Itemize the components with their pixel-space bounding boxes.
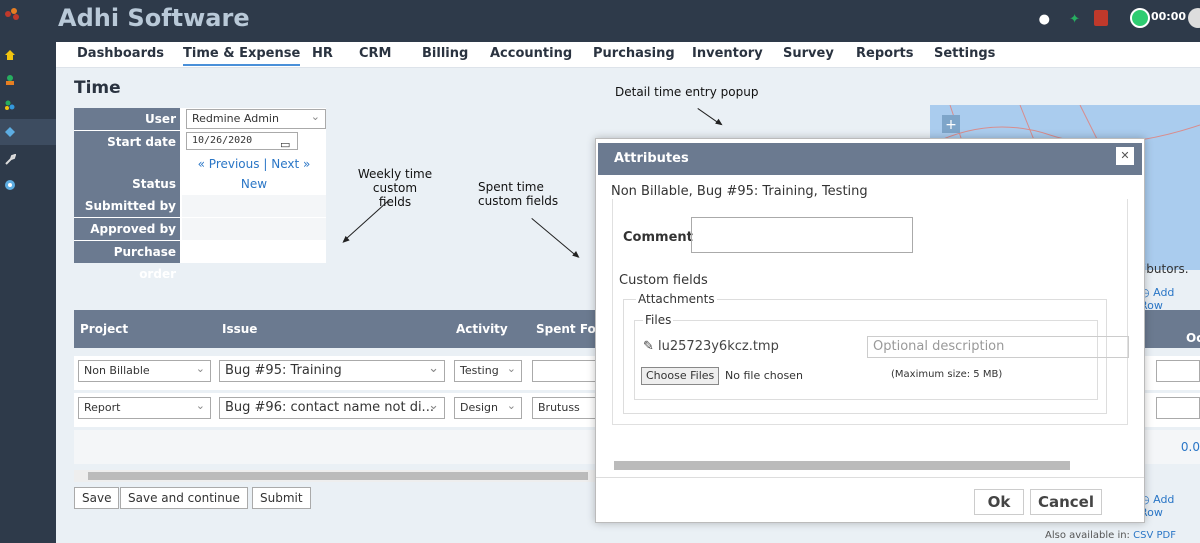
- paperclip-icon: ✎: [643, 339, 659, 354]
- user-select[interactable]: Redmine Admin: [186, 108, 326, 129]
- popup-summary: Non Billable, Bug #95: Training, Testing: [611, 184, 868, 199]
- attachments-legend: Attachments: [636, 292, 717, 306]
- csv-link[interactable]: CSV: [1133, 530, 1153, 541]
- nav-settings[interactable]: Settings: [934, 46, 995, 61]
- comment-textarea[interactable]: [691, 217, 913, 253]
- approved-by-label: Approved by: [74, 218, 180, 240]
- pdf-link[interactable]: PDF: [1156, 530, 1175, 541]
- hours-input[interactable]: [1156, 360, 1200, 382]
- description-input[interactable]: Optional description: [867, 336, 1129, 358]
- header-activity: Activity: [456, 322, 508, 336]
- weekly-note: Weekly time custom fields: [357, 167, 433, 209]
- attachments-fieldset: Attachments Files ✎ lu25723y6kcz.tmp Opt…: [623, 292, 1129, 414]
- header-project: Project: [80, 322, 129, 336]
- hours-input[interactable]: [1156, 397, 1200, 419]
- purchase-order-label: Purchase order: [74, 241, 180, 281]
- ok-button[interactable]: Ok: [974, 489, 1024, 515]
- app-name: Adhi Software: [58, 4, 250, 32]
- book-icon[interactable]: [1094, 10, 1108, 26]
- choose-files-button[interactable]: Choose Files: [641, 367, 720, 385]
- issue-select[interactable]: Bug #95: Training: [219, 359, 445, 382]
- project-select[interactable]: Non Billable: [78, 359, 211, 382]
- submit-button[interactable]: Submit: [252, 487, 311, 509]
- nav-survey[interactable]: Survey: [783, 46, 834, 61]
- spent-for-input[interactable]: Brutuss: [532, 397, 602, 419]
- comment-label: Comment: [623, 230, 693, 245]
- next-link[interactable]: Next »: [271, 157, 310, 171]
- help-icon[interactable]: [0, 176, 20, 194]
- cancel-button[interactable]: Cancel: [1030, 489, 1102, 515]
- header-issue: Issue: [222, 322, 258, 336]
- save-continue-button[interactable]: Save and continue: [120, 487, 248, 509]
- attachment-file: ✎ lu25723y6kcz.tmp: [643, 339, 779, 354]
- approved-by-value: [182, 218, 326, 240]
- status-value: New: [240, 177, 268, 191]
- popup-note: Detail time entry popup: [615, 85, 759, 99]
- nav-crm[interactable]: CRM: [359, 46, 392, 61]
- submitted-by-label: Submitted by: [74, 195, 180, 217]
- close-icon[interactable]: ✕: [1116, 147, 1134, 165]
- nav-billing[interactable]: Billing: [422, 46, 468, 61]
- spent-for-input[interactable]: [532, 360, 602, 382]
- popup-body: Comment Custom fields Attachments Files …: [612, 199, 1129, 425]
- no-file-text: No file chosen: [725, 369, 803, 382]
- files-fieldset: Files ✎ lu25723y6kcz.tmp Optional descri…: [634, 313, 1129, 400]
- total-value: 0.0: [1180, 440, 1200, 454]
- popup-title: Attributes: [598, 143, 1142, 175]
- apps-icon[interactable]: [0, 96, 20, 114]
- header-date: FOct: [1186, 331, 1200, 345]
- attributes-popup: Attributes ✕ Non Billable, Bug #95: Trai…: [595, 138, 1145, 523]
- purchase-order-value: [182, 241, 326, 263]
- header-spent-for: Spent For: [536, 322, 602, 336]
- max-size-text: (Maximum size: 5 MB): [891, 369, 1003, 380]
- activity-select[interactable]: Design: [454, 396, 522, 419]
- nav-accounting[interactable]: Accounting: [490, 46, 572, 61]
- add-row-link[interactable]: ◷ Add Row: [1140, 286, 1200, 312]
- user-label: User: [74, 108, 180, 130]
- start-date-label: Start date: [74, 131, 180, 153]
- activity-select[interactable]: Testing: [454, 359, 522, 382]
- export-links: Also available in: CSV PDF: [1045, 530, 1176, 541]
- page-title: Time: [74, 78, 121, 98]
- nav-dashboards[interactable]: Dashboards: [77, 46, 164, 61]
- nav-purchasing[interactable]: Purchasing: [593, 46, 675, 61]
- wrench-icon[interactable]: [0, 151, 20, 169]
- nav-time-expense[interactable]: Time & Expense: [183, 46, 301, 66]
- spent-note: Spent time custom fields: [478, 180, 559, 208]
- contributors-text: ributors.: [1138, 262, 1189, 276]
- issue-select[interactable]: Bug #96: contact name not di...: [219, 396, 445, 419]
- save-button[interactable]: Save: [74, 487, 120, 509]
- apps-top-icon[interactable]: ✦: [1069, 12, 1080, 27]
- nav-inventory[interactable]: Inventory: [692, 46, 763, 61]
- nav-reports[interactable]: Reports: [856, 46, 913, 61]
- user-icon[interactable]: [0, 71, 20, 89]
- logo-icon: [5, 8, 19, 20]
- link-separator: |: [263, 157, 268, 171]
- nav-hr[interactable]: HR: [312, 46, 333, 61]
- horizontal-scrollbar[interactable]: [74, 470, 600, 482]
- timer-value: 00:00: [1150, 10, 1186, 23]
- svg-text:+: +: [945, 117, 957, 133]
- main-nav: Dashboards Time & Expense HR CRM Billing…: [56, 42, 1200, 68]
- files-legend: Files: [643, 313, 674, 327]
- project-select[interactable]: Report: [78, 396, 211, 419]
- custom-fields-label: Custom fields: [619, 273, 708, 288]
- add-row-link[interactable]: ◷ Add Row: [1140, 493, 1200, 519]
- submitted-by-value: [182, 195, 326, 217]
- status-label: Status: [74, 173, 180, 195]
- popup-scrollbar[interactable]: [598, 459, 1138, 471]
- timesheet-form: User Redmine Admin Start date 10/26/2020…: [74, 108, 326, 281]
- previous-link[interactable]: « Previous: [198, 157, 260, 171]
- time-icon[interactable]: [0, 119, 56, 145]
- timer-icon[interactable]: [1130, 8, 1150, 28]
- home-icon[interactable]: [0, 46, 20, 64]
- search-icon[interactable]: ●: [1039, 12, 1050, 27]
- sidebar: [0, 0, 56, 543]
